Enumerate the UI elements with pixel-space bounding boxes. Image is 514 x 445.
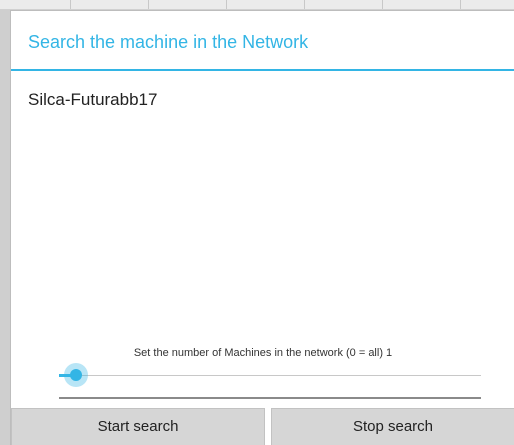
status-bar-strip xyxy=(0,0,514,10)
slider-label: Set the number of Machines in the networ… xyxy=(133,347,393,359)
slider-thumb[interactable] xyxy=(70,369,82,381)
search-dialog: Search the machine in the Network Silca-… xyxy=(10,10,514,445)
stop-search-button[interactable]: Stop search xyxy=(271,408,514,445)
machine-list: Silca-Futurabb17 xyxy=(11,71,514,341)
bottom-divider xyxy=(59,397,481,399)
machine-list-item[interactable]: Silca-Futurabb17 xyxy=(28,90,157,110)
dialog-title: Search the machine in the Network xyxy=(11,11,514,69)
slider-track[interactable] xyxy=(59,375,481,376)
screen: Search the machine in the Network Silca-… xyxy=(0,0,514,445)
start-search-button[interactable]: Start search xyxy=(11,408,265,445)
